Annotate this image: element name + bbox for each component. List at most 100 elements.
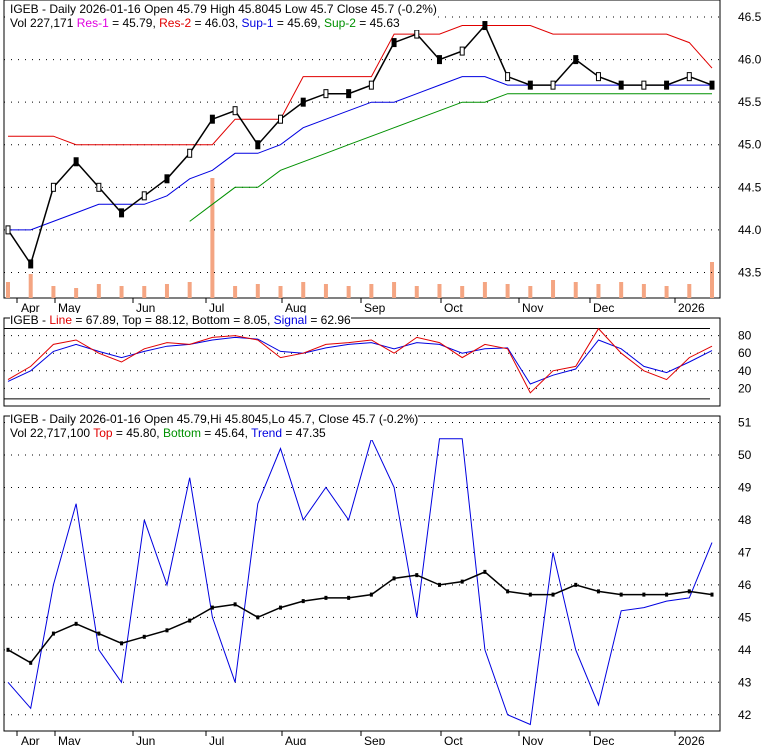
trend-month-label: Apr xyxy=(21,734,40,745)
trend-volume: Vol 22,717,100 xyxy=(10,426,94,440)
candle xyxy=(141,191,147,201)
trend-candle xyxy=(301,599,305,604)
candle xyxy=(119,208,125,218)
trend-tick-label: 44 xyxy=(738,643,752,657)
volume-bar xyxy=(233,286,238,298)
volume-bar xyxy=(28,274,33,298)
volume-bar xyxy=(164,284,169,298)
osc-tick-label: 80 xyxy=(738,329,752,343)
price-tick-label: 46.5 xyxy=(738,10,762,24)
trend-candle xyxy=(74,621,78,626)
volume-bar xyxy=(119,286,124,298)
candle xyxy=(573,55,579,65)
volume-bar xyxy=(505,284,510,298)
trend-candle xyxy=(97,631,101,636)
trend-candle xyxy=(233,602,237,607)
candle xyxy=(209,114,215,124)
candle xyxy=(414,29,420,39)
trend-candle xyxy=(347,595,351,600)
trend-candle xyxy=(188,618,192,623)
volume-bar xyxy=(619,282,624,298)
sup2-label: Sup-2 xyxy=(323,16,356,30)
chart-canvas: 46.5 46.0 45.5 45.0 44.5 44.0 43.5 Apr May Jun Jul… xyxy=(3,0,762,745)
trend-line xyxy=(7,437,713,726)
volume-bar xyxy=(323,284,328,298)
top-label: Top xyxy=(93,426,113,440)
price-tick-label: 44.5 xyxy=(738,180,762,194)
candle xyxy=(187,148,193,158)
trend-tick-label: 46 xyxy=(738,578,752,592)
price-tick-label: 46.0 xyxy=(738,53,762,67)
trend-candle xyxy=(619,592,623,597)
osc-tick-label: 60 xyxy=(738,346,752,360)
trend-tick-label: 50 xyxy=(738,448,752,462)
trend-candle xyxy=(392,576,396,581)
price-title: IGEB - Daily 2026-01-16 Open 45.79 High … xyxy=(10,2,437,16)
candle xyxy=(664,80,670,90)
price-tick-label: 43.5 xyxy=(738,265,762,279)
trend-tick-label: 42 xyxy=(738,708,752,722)
trend-candle xyxy=(142,634,146,639)
trend-candle xyxy=(687,589,691,594)
trend-candle xyxy=(6,647,10,652)
volume-bar xyxy=(596,284,601,298)
top-value: = 45.80, xyxy=(112,426,163,440)
price-tick-label: 45.0 xyxy=(738,138,762,152)
trend-candle xyxy=(256,615,260,620)
volume-bar xyxy=(437,284,442,298)
osc-signal-label: Signal xyxy=(273,313,307,327)
trend-candle xyxy=(279,605,283,610)
candle xyxy=(686,72,692,82)
volume-bar xyxy=(528,286,533,298)
candle xyxy=(527,80,533,90)
sup1-label: Sup-1 xyxy=(241,16,274,30)
month-label: Dec xyxy=(593,301,614,315)
panel-frame-2 xyxy=(3,415,721,732)
osc-line-label: Line xyxy=(49,313,73,327)
osc-main-line xyxy=(7,327,713,394)
volume-bar xyxy=(142,286,147,298)
trend-tick-label: 48 xyxy=(738,513,752,527)
osc-tick-label: 40 xyxy=(738,364,752,378)
sup2-value: = 45.63 xyxy=(355,16,400,30)
volume-bar xyxy=(210,178,215,298)
panel-frame-0 xyxy=(3,0,721,299)
volume-bar xyxy=(278,286,283,298)
trend-label: Trend xyxy=(251,426,283,440)
sup1-line xyxy=(8,76,712,231)
trend-candle xyxy=(483,569,487,574)
trend-value: = 47.35 xyxy=(282,426,326,440)
price-header: IGEB - Daily 2026-01-16 Open 45.79 High … xyxy=(10,2,437,30)
candle xyxy=(255,140,261,150)
res1-label: Res-1 xyxy=(76,16,109,30)
trend-month-label: Oct xyxy=(444,734,463,745)
panel-frame-1 xyxy=(3,317,721,407)
trend-month-label: Nov xyxy=(522,734,543,745)
trend-candle xyxy=(460,579,464,584)
month-label: 2026 xyxy=(678,301,705,315)
volume-bar xyxy=(664,286,669,298)
osc-signal-line xyxy=(7,336,713,385)
res2-value: = 46.03, xyxy=(191,16,242,30)
trend-header: IGEB - Daily 2026-01-16 Open 45.79,Hi 45… xyxy=(10,412,419,440)
candle xyxy=(505,72,511,82)
volume-label: Vol 227,171 xyxy=(10,16,74,30)
osc-tick-label: 20 xyxy=(738,381,752,395)
trend-tick-label: 51 xyxy=(738,415,752,429)
bottom-label: Bottom xyxy=(162,426,201,440)
trend-tick-label: 49 xyxy=(738,480,752,494)
candle xyxy=(641,80,647,90)
volume-bar xyxy=(460,286,465,298)
volume-bar xyxy=(414,286,419,298)
trend-month-label: May xyxy=(58,734,81,745)
price-tick-label: 45.5 xyxy=(738,95,762,109)
volume-bar xyxy=(96,284,101,298)
volume-bar xyxy=(74,288,79,298)
candle xyxy=(278,114,284,124)
trend-month-label: Dec xyxy=(593,734,614,745)
trend-title: IGEB - Daily 2026-01-16 Open 45.79,Hi 45… xyxy=(10,412,419,426)
trend-tick-label: 47 xyxy=(738,545,752,559)
osc-signal-value: = 62.96 xyxy=(306,313,351,327)
volume-bar xyxy=(6,282,10,298)
volume-bar xyxy=(255,284,260,298)
